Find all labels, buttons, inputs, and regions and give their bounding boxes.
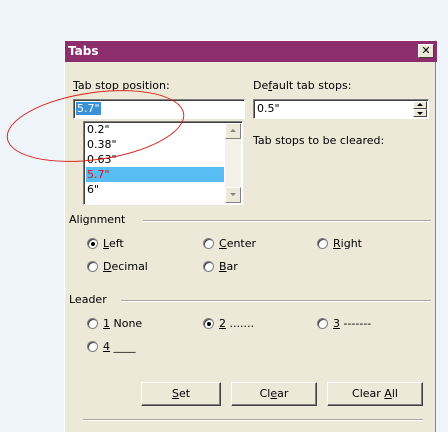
align-bar-label[interactable]: Bar (219, 260, 238, 273)
align-center-label[interactable]: Center (219, 237, 256, 250)
tab-stops-cleared-label: Tab stops to be cleared: (253, 134, 385, 147)
spin-up-icon[interactable] (413, 101, 427, 109)
leader-underline-label[interactable]: 4 ____ (103, 340, 136, 353)
list-item[interactable]: 0.38" (86, 137, 224, 152)
title-bar: Tabs ✕ (65, 41, 437, 62)
leader-divider (121, 300, 431, 302)
alignment-group-label: Alignment (69, 213, 126, 226)
spin-down-icon[interactable] (413, 109, 427, 117)
leader-underline-radio[interactable] (87, 341, 98, 352)
list-item[interactable]: 0.2" (86, 122, 224, 137)
align-left-radio[interactable] (87, 238, 98, 249)
align-center-radio[interactable] (203, 238, 214, 249)
bottom-divider (83, 419, 423, 421)
tab-stop-position-label: Tab stop position: (73, 79, 170, 92)
tab-stops-list[interactable]: 0.2" 0.38" 0.63" 5.7" 6" (83, 121, 243, 205)
alignment-divider (143, 220, 431, 222)
set-button[interactable]: Set (141, 382, 221, 406)
close-icon: ✕ (421, 44, 431, 57)
leader-none-label[interactable]: 1 None (103, 317, 142, 330)
align-right-radio[interactable] (317, 238, 328, 249)
list-item[interactable]: 0.63" (86, 152, 224, 167)
scroll-down-icon[interactable] (225, 187, 241, 203)
align-bar-radio[interactable] (203, 261, 214, 272)
align-left-label[interactable]: Left (103, 237, 124, 250)
tab-stop-position-value: 5.7" (76, 102, 101, 115)
list-item[interactable]: 6" (86, 182, 224, 197)
list-scrollbar[interactable] (225, 123, 241, 203)
dialog-title: Tabs (68, 44, 99, 58)
leader-dashes-radio[interactable] (317, 318, 328, 329)
default-tab-stops-label: Default tab stops: (253, 79, 352, 92)
close-button[interactable]: ✕ (418, 44, 434, 58)
leader-dots-label[interactable]: 2 ....... (219, 317, 254, 330)
clear-all-button[interactable]: Clear All (327, 382, 423, 406)
spinner-arrows[interactable] (413, 101, 427, 117)
align-decimal-radio[interactable] (87, 261, 98, 272)
tabs-dialog: Tabs ✕ Tab stop position: 5.7" Default t… (64, 40, 437, 432)
scroll-up-icon[interactable] (225, 123, 241, 139)
tab-stop-position-input[interactable]: 5.7" (73, 99, 245, 119)
leader-dashes-label[interactable]: 3 ------- (333, 317, 371, 330)
default-tab-stops-spinner[interactable]: 0.5" (253, 99, 429, 119)
leader-none-radio[interactable] (87, 318, 98, 329)
clear-button[interactable]: Clear (231, 382, 317, 406)
default-tab-stops-value: 0.5" (257, 102, 280, 115)
align-right-label[interactable]: Right (333, 237, 362, 250)
leader-group-label: Leader (69, 293, 107, 306)
align-decimal-label[interactable]: Decimal (103, 260, 148, 273)
leader-dots-radio[interactable] (203, 318, 214, 329)
list-item-selected[interactable]: 5.7" (86, 167, 224, 182)
